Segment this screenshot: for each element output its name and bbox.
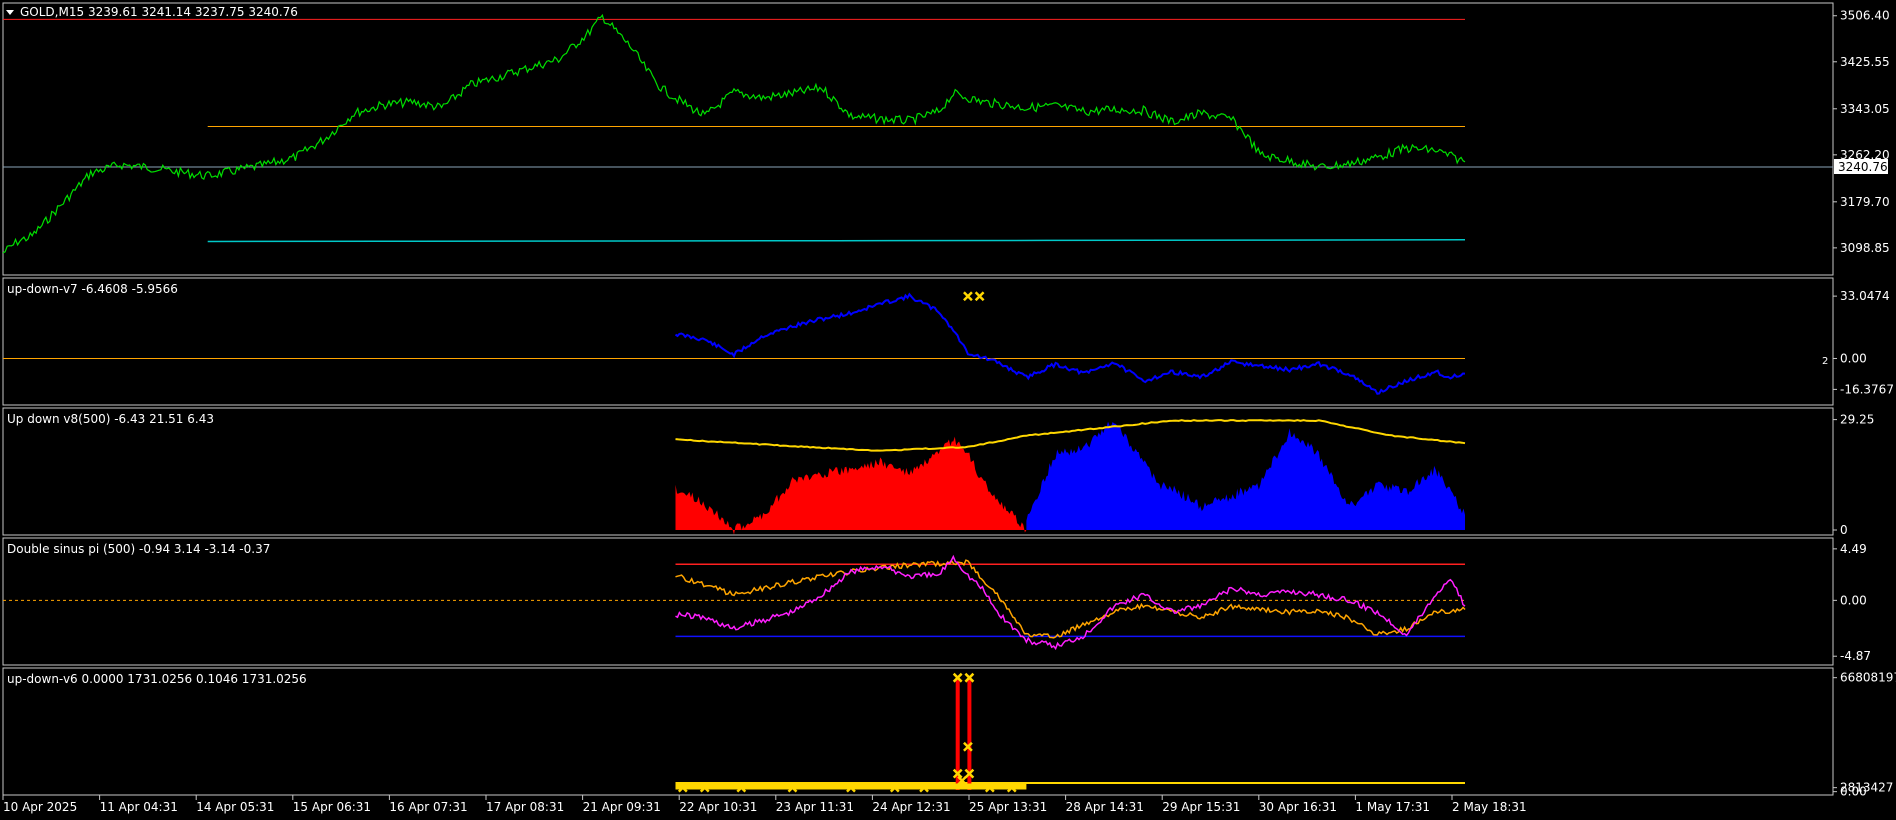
chart-background bbox=[0, 0, 1896, 820]
x-tick-label: 2 May 18:31 bbox=[1452, 800, 1527, 814]
y-tick-label: 29.25 bbox=[1840, 413, 1874, 427]
y-tick-label: 0 bbox=[1840, 523, 1848, 537]
y-tick-label: 3098.85 bbox=[1840, 241, 1890, 255]
x-tick-label: 23 Apr 11:31 bbox=[776, 800, 854, 814]
double-sinus-label: Double sinus pi (500) -0.94 3.14 -3.14 -… bbox=[7, 542, 270, 556]
y-tick-label: 0.00 bbox=[1840, 785, 1867, 799]
x-tick-label: 14 Apr 05:31 bbox=[196, 800, 274, 814]
symbol-label: GOLD,M15 bbox=[20, 5, 84, 19]
up-down-v7-label: up-down-v7 -6.4608 -5.9566 bbox=[7, 282, 178, 296]
y-tick-label: 3343.05 bbox=[1840, 102, 1890, 116]
x-tick-label: 1 May 17:31 bbox=[1355, 800, 1430, 814]
y-tick-label: -16.3767 bbox=[1840, 382, 1894, 396]
ohlc-label: 3239.61 3241.14 3237.75 3240.76 bbox=[88, 5, 298, 19]
y-tick-label: 0.00 bbox=[1840, 351, 1867, 365]
y-tick-label: 3506.40 bbox=[1840, 9, 1890, 23]
y-tick-label: 4.49 bbox=[1840, 542, 1867, 556]
x-tick-label: 16 Apr 07:31 bbox=[389, 800, 467, 814]
y-tick-label: 3179.70 bbox=[1840, 195, 1890, 209]
y-tick-label: 0.00 bbox=[1840, 593, 1867, 607]
x-tick-label: 11 Apr 04:31 bbox=[100, 800, 178, 814]
y-tick-label: 3425.55 bbox=[1840, 55, 1890, 69]
x-tick-label: 28 Apr 14:31 bbox=[1066, 800, 1144, 814]
y-tick-label: 33.0474 bbox=[1840, 289, 1890, 303]
x-tick-label: 25 Apr 13:31 bbox=[969, 800, 1047, 814]
x-tick-label: 21 Apr 09:31 bbox=[583, 800, 661, 814]
current-price-value: 3240.76 bbox=[1838, 160, 1888, 174]
up-down-v6-label: up-down-v6 0.0000 1731.0256 0.1046 1731.… bbox=[7, 672, 307, 686]
up-down-v8-label: Up down v8(500) -6.43 21.51 6.43 bbox=[7, 412, 214, 426]
up-down-v7-level-label: 2 bbox=[1822, 356, 1828, 367]
x-tick-label: 15 Apr 06:31 bbox=[293, 800, 371, 814]
x-tick-label: 22 Apr 10:31 bbox=[679, 800, 757, 814]
y-tick-label: 6680819712 bbox=[1840, 671, 1896, 685]
x-tick-label: 30 Apr 16:31 bbox=[1259, 800, 1337, 814]
y-tick-label: -4.87 bbox=[1840, 649, 1871, 663]
x-tick-label: 17 Apr 08:31 bbox=[486, 800, 564, 814]
x-tick-label: 10 Apr 2025 bbox=[3, 800, 77, 814]
x-tick-label: 24 Apr 12:31 bbox=[872, 800, 950, 814]
x-tick-label: 29 Apr 15:31 bbox=[1162, 800, 1240, 814]
trading-chart[interactable]: GOLD,M15 3239.61 3241.14 3237.75 3240.76… bbox=[0, 0, 1896, 820]
